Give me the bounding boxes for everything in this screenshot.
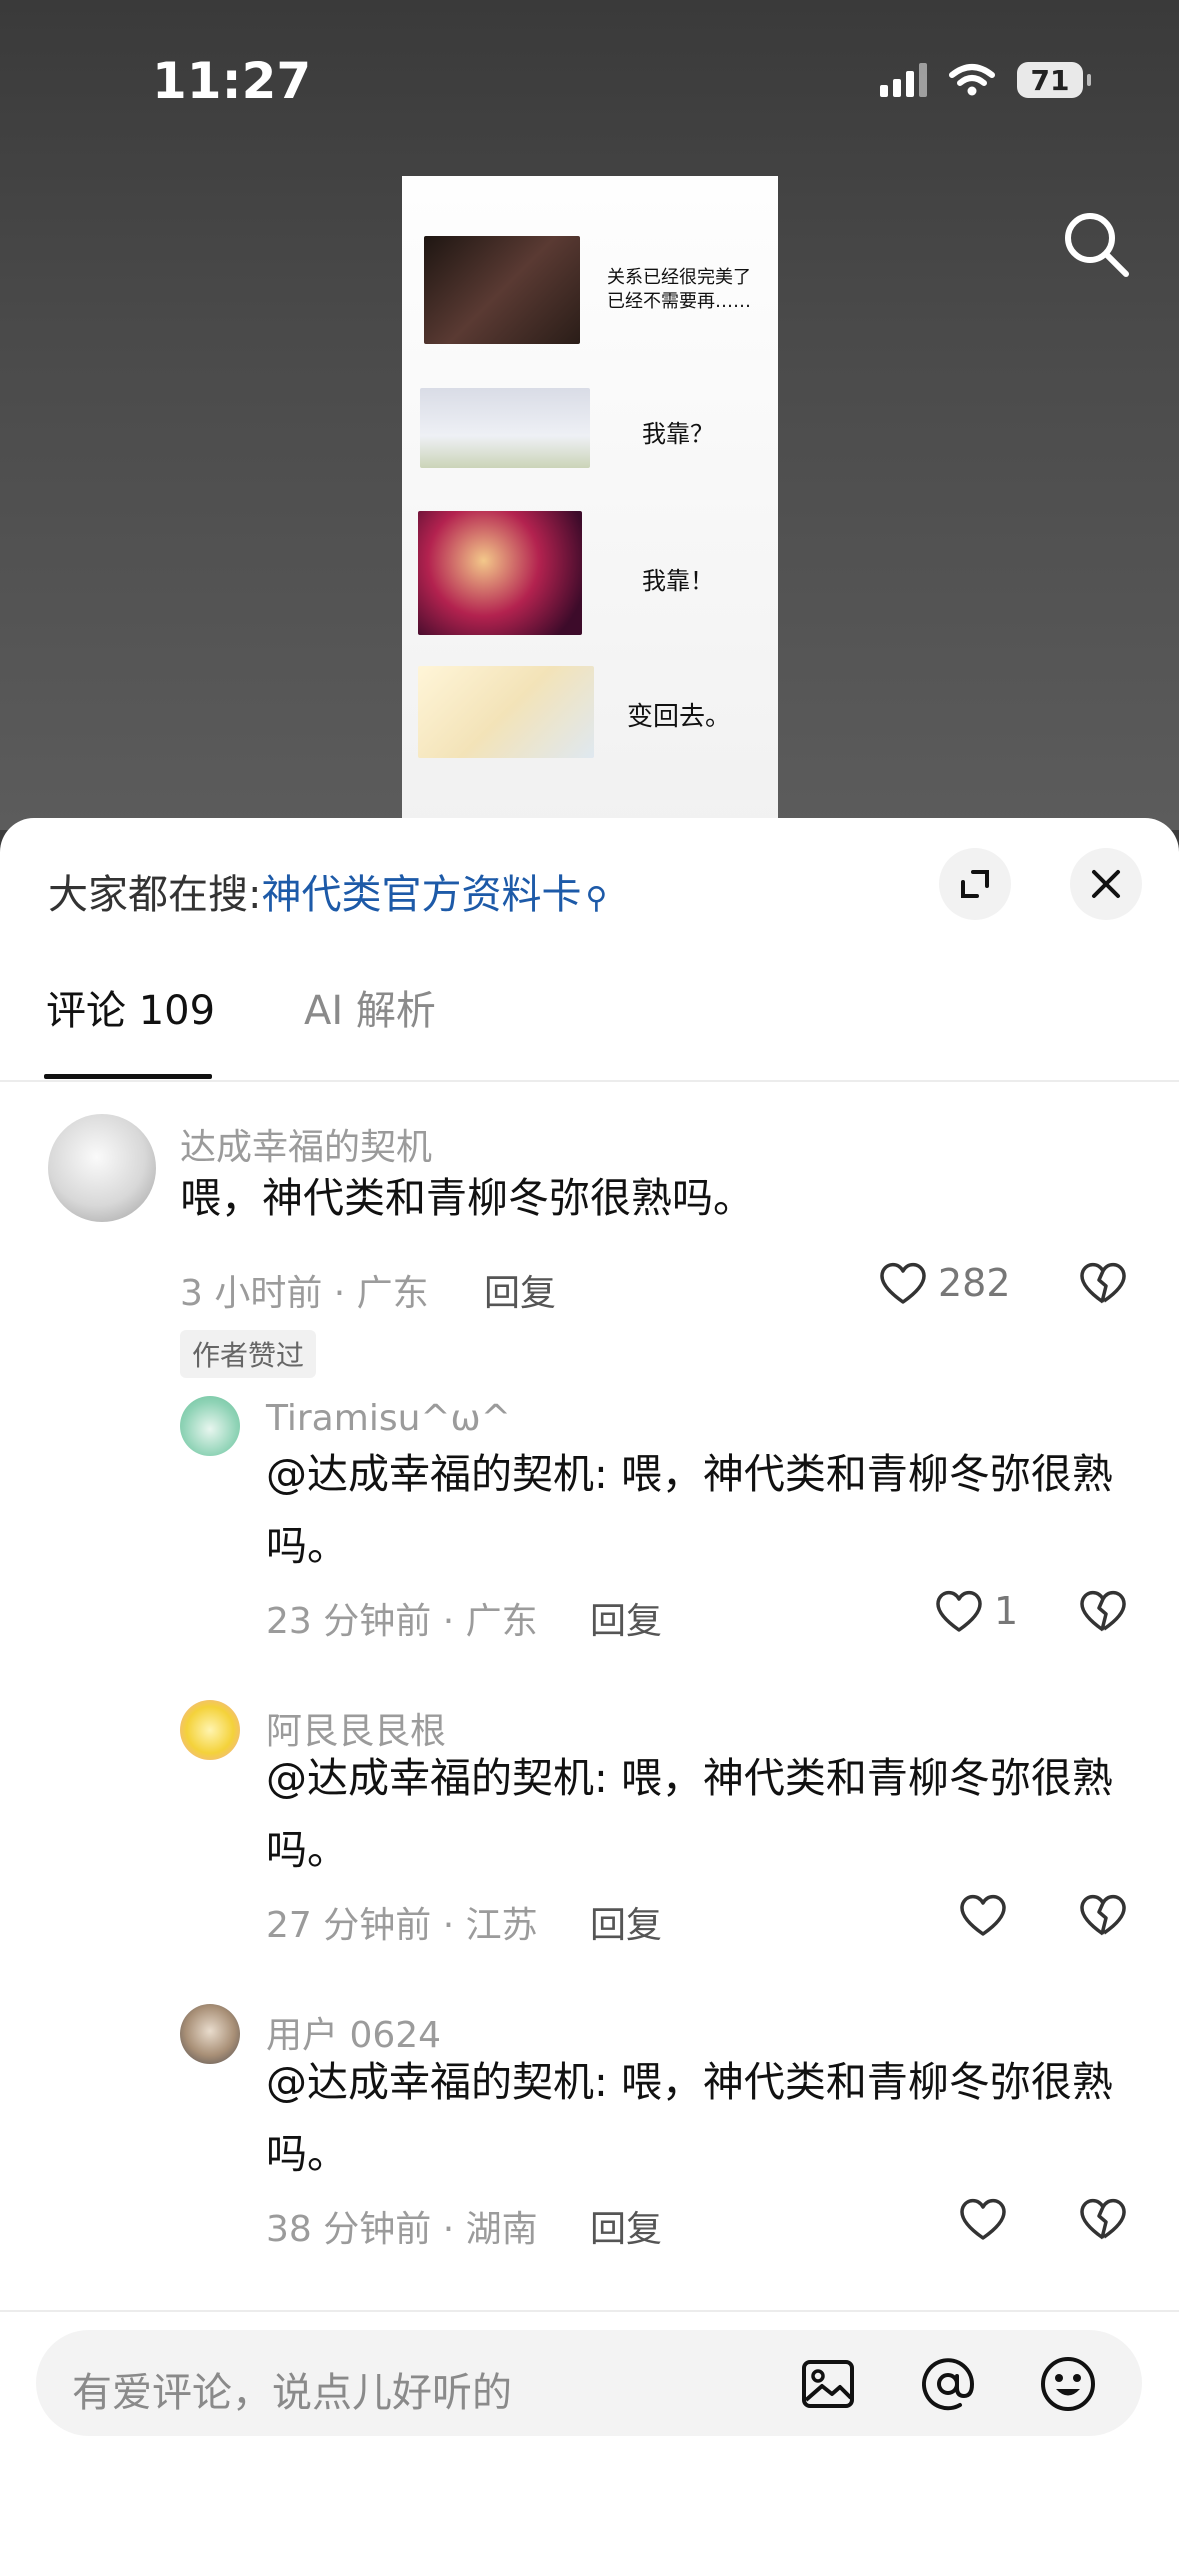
comment-text[interactable]: @达成幸福的契机: 喂，神代类和青柳冬弥很熟吗。 xyxy=(266,1742,1132,1886)
comment-username[interactable]: Tiramisu^ω^ xyxy=(266,1398,511,1439)
reply-button[interactable]: 回复 xyxy=(590,1896,662,1948)
comment-meta: 38 分钟前 · 湖南 xyxy=(266,2209,538,2250)
comment-tabs: 评论 109 AI 解析 xyxy=(0,978,1179,1082)
like-button[interactable]: 282 xyxy=(878,1260,1011,1306)
hot-search-bar[interactable]: 大家都在搜:神代类官方资料卡 ⚲ xyxy=(48,862,607,920)
comment-meta: 3 小时前 · 广东 xyxy=(180,1273,429,1314)
reply-item: Tiramisu^ω^ @达成幸福的契机: 喂，神代类和青柳冬弥很熟吗。 23 … xyxy=(0,1396,1179,1656)
close-button[interactable] xyxy=(1070,848,1142,920)
reply-button[interactable]: 回复 xyxy=(590,1592,662,1644)
comment-sheet: 大家都在搜:神代类官方资料卡 ⚲ 评论 109 AI 解析 达成幸福的契机 喂，神… xyxy=(0,818,1179,2556)
status-icons: 71 xyxy=(880,62,1091,98)
comic-panel: 关系已经很完美了 已经不需要再…… xyxy=(402,226,778,366)
reply-item: 阿艮艮艮根 @达成幸福的契机: 喂，神代类和青柳冬弥很熟吗。 27 分钟前 · … xyxy=(0,1700,1179,1960)
comment-input-placeholder: 有爱评论，说点儿好听的 xyxy=(72,2370,512,2416)
heart-icon xyxy=(960,1894,1006,1936)
like-count: 282 xyxy=(938,1261,1011,1305)
comic-panel: 我靠？ xyxy=(402,376,778,516)
reply-button[interactable]: 回复 xyxy=(484,1264,556,1316)
heart-icon xyxy=(960,2198,1006,2240)
cellular-signal-icon xyxy=(880,63,927,97)
comment-meta: 27 分钟前 · 江苏 xyxy=(266,1905,538,1946)
reply-button[interactable]: 回复 xyxy=(590,2200,662,2252)
close-icon xyxy=(1092,870,1120,898)
comic-strip[interactable]: 关系已经很完美了 已经不需要再…… 我靠？ 我靠！ 变回去。 xyxy=(402,176,778,830)
comment-meta: 23 分钟前 · 广东 xyxy=(266,1601,538,1642)
battery-indicator: 71 xyxy=(1017,62,1091,98)
broken-heart-icon[interactable] xyxy=(1078,1260,1128,1306)
emoji-icon[interactable] xyxy=(1038,2354,1098,2414)
like-button[interactable]: 1 xyxy=(934,1588,1018,1634)
expand-button[interactable] xyxy=(939,848,1011,920)
expand-icon xyxy=(961,870,989,898)
hot-search-keyword[interactable]: 神代类官方资料卡 xyxy=(261,872,581,918)
heart-icon xyxy=(880,1262,926,1304)
comment-item: 达成幸福的契机 喂，神代类和青柳冬弥很熟吗。 3 小时前 · 广东 回复 282… xyxy=(0,1114,1179,1378)
avatar[interactable] xyxy=(180,2004,240,2064)
like-button[interactable] xyxy=(958,1892,1018,1938)
at-icon[interactable] xyxy=(918,2354,978,2414)
avatar[interactable] xyxy=(180,1700,240,1760)
divider xyxy=(0,2310,1179,2312)
comic-panel: 变回去。 xyxy=(402,666,778,806)
image-icon[interactable] xyxy=(798,2354,858,2414)
comic-panel-caption: 我靠！ xyxy=(642,567,714,595)
comic-panel-caption: 我靠？ xyxy=(642,420,714,448)
broken-heart-icon[interactable] xyxy=(1078,2196,1128,2242)
broken-heart-icon[interactable] xyxy=(1078,1892,1128,1938)
tab-ai-analysis[interactable]: AI 解析 xyxy=(304,978,436,1036)
status-time: 11:27 xyxy=(152,52,312,110)
comment-text[interactable]: @达成幸福的契机: 喂，神代类和青柳冬弥很熟吗。 xyxy=(266,2046,1132,2190)
hot-search-prefix: 大家都在搜: xyxy=(48,872,262,918)
post-media-area[interactable]: 11:27 71 关系已经很完美了 已经不需要再…… 我靠？ 我靠！ 变回去。 xyxy=(0,0,1179,830)
wifi-icon xyxy=(949,64,995,96)
comment-input[interactable]: 有爱评论，说点儿好听的 xyxy=(36,2330,1142,2436)
comic-panel: 我靠！ xyxy=(402,511,778,651)
avatar[interactable] xyxy=(48,1114,156,1222)
comic-panel-caption: 关系已经很完美了 已经不需要再…… xyxy=(607,267,751,312)
comment-text[interactable]: @达成幸福的契机: 喂，神代类和青柳冬弥很熟吗。 xyxy=(266,1438,1132,1582)
comic-panel-image xyxy=(418,666,594,758)
comment-text[interactable]: 喂，神代类和青柳冬弥很熟吗。 xyxy=(180,1162,1080,1234)
active-tab-indicator xyxy=(44,1074,212,1079)
author-liked-badge: 作者赞过 xyxy=(180,1330,317,1378)
like-count: 1 xyxy=(994,1589,1019,1633)
comic-panel-image xyxy=(418,511,582,635)
comic-panel-image xyxy=(424,236,580,344)
avatar[interactable] xyxy=(180,1396,240,1456)
tab-comments[interactable]: 评论 109 xyxy=(46,978,215,1036)
small-search-icon: ⚲ xyxy=(585,881,608,916)
comic-panel-caption: 变回去。 xyxy=(627,702,732,732)
broken-heart-icon[interactable] xyxy=(1078,1588,1128,1634)
like-button[interactable] xyxy=(958,2196,1018,2242)
comic-panel-image xyxy=(420,388,590,468)
heart-icon xyxy=(936,1590,982,1632)
search-icon[interactable] xyxy=(1058,206,1134,282)
reply-item: 用户 0624 @达成幸福的契机: 喂，神代类和青柳冬弥很熟吗。 38 分钟前 … xyxy=(0,2004,1179,2264)
